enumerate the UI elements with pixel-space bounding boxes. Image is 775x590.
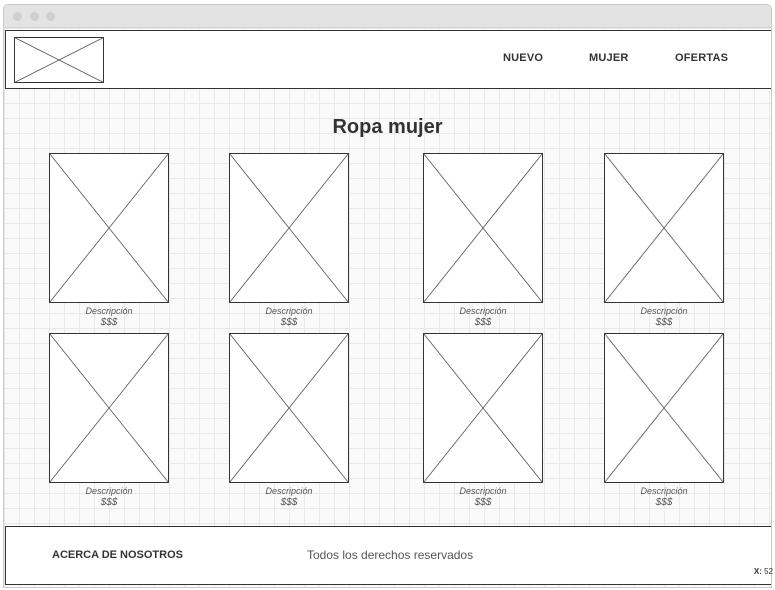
product-price: $$$ — [474, 317, 492, 328]
product-card[interactable]: Descripción $$$ — [229, 153, 349, 328]
x-coordinate-label: X: — [753, 567, 762, 576]
image-placeholder-icon[interactable] — [229, 153, 349, 303]
image-placeholder-icon[interactable] — [49, 153, 169, 303]
product-price: $$$ — [100, 497, 118, 508]
product-description: Descripción — [265, 306, 313, 316]
image-placeholder-icon[interactable] — [229, 333, 349, 483]
nav-link-nuevo[interactable]: NUEVO — [503, 52, 543, 64]
product-card[interactable]: Descripción $$$ — [604, 153, 724, 328]
header-navbar: NUEVO MUJER OFERTAS — [5, 30, 771, 89]
logo-placeholder-icon[interactable] — [14, 37, 104, 83]
product-card[interactable]: Descripción $$$ — [49, 153, 169, 328]
window-titlebar — [4, 5, 771, 28]
product-card[interactable]: Descripción $$$ — [423, 153, 543, 328]
product-description: Descripción — [459, 486, 507, 496]
window-minimize-dot[interactable] — [30, 12, 39, 21]
product-card[interactable]: Descripción $$$ — [423, 333, 543, 508]
product-card[interactable]: Descripción $$$ — [229, 333, 349, 508]
product-price: $$$ — [280, 317, 298, 328]
copyright-text: Todos los derechos reservados — [307, 548, 474, 562]
image-placeholder-icon[interactable] — [423, 333, 543, 483]
product-price: $$$ — [474, 497, 492, 508]
window-close-dot[interactable] — [13, 12, 22, 21]
image-placeholder-icon[interactable] — [604, 333, 724, 483]
product-description: Descripción — [640, 486, 688, 496]
product-card[interactable]: Descripción $$$ — [49, 333, 169, 508]
x-coordinate-value: 52 — [764, 567, 773, 576]
product-description: Descripción — [85, 486, 133, 496]
product-price: $$$ — [100, 317, 118, 328]
product-description: Descripción — [265, 486, 313, 496]
image-placeholder-icon[interactable] — [423, 153, 543, 303]
image-placeholder-icon[interactable] — [604, 153, 724, 303]
product-description: Descripción — [459, 306, 507, 316]
nav-link-mujer[interactable]: MUJER — [589, 52, 629, 64]
browser-window: NUEVO MUJER OFERTAS Ropa mujer Descripci… — [3, 4, 772, 588]
product-card[interactable]: Descripción $$$ — [604, 333, 724, 508]
page-title: Ropa mujer — [332, 116, 443, 138]
product-price: $$$ — [655, 317, 673, 328]
product-price: $$$ — [655, 497, 673, 508]
coordinate-readout: X: 52 — [754, 567, 773, 576]
about-us-link[interactable]: ACERCA DE NOSOTROS — [52, 549, 183, 561]
nav-link-ofertas[interactable]: OFERTAS — [675, 52, 728, 64]
product-description: Descripción — [85, 306, 133, 316]
window-maximize-dot[interactable] — [46, 12, 55, 21]
footer: ACERCA DE NOSOTROS Todos los derechos re… — [5, 526, 771, 585]
wireframe-canvas: NUEVO MUJER OFERTAS Ropa mujer Descripci… — [4, 28, 771, 587]
product-price: $$$ — [280, 497, 298, 508]
image-placeholder-icon[interactable] — [49, 333, 169, 483]
product-description: Descripción — [640, 306, 688, 316]
